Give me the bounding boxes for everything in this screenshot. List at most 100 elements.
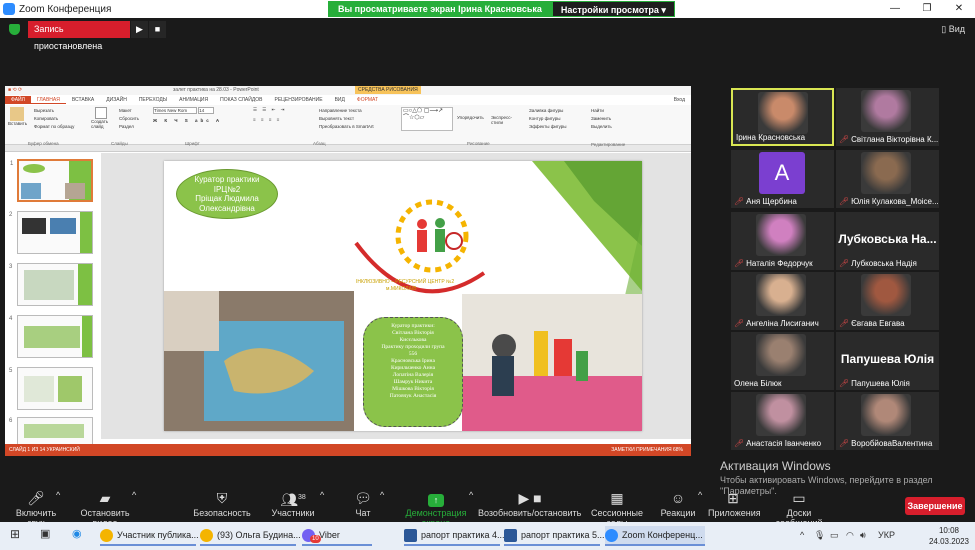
layout-button[interactable]: Макет — [119, 107, 139, 115]
shape-effects-button[interactable]: Эффекты фигуры — [529, 123, 589, 131]
participants-chevron-icon[interactable]: ^ — [320, 490, 324, 500]
share-chevron-icon[interactable]: ^ — [469, 490, 473, 500]
shape-fill-button[interactable]: Заливка фигуры — [529, 107, 589, 115]
ppt-tab-insert[interactable]: ВСТАВКА — [66, 97, 100, 103]
section-button[interactable]: Раздел — [119, 123, 139, 131]
ppt-tab-transitions[interactable]: ПЕРЕХОДЫ — [133, 97, 173, 103]
edge-browser-icon[interactable]: ◉ — [72, 527, 82, 540]
minimize-button[interactable]: — — [879, 0, 911, 18]
language-indicator[interactable]: УКР — [878, 530, 895, 540]
battery-icon[interactable]: ▭ — [830, 530, 839, 541]
zoom-icon — [605, 528, 618, 542]
participant-tile[interactable]: 🎤︎ ВоробйоваВалентина — [836, 392, 939, 450]
copy-button[interactable]: Копировать — [34, 115, 94, 123]
participant-video — [756, 334, 806, 376]
ppt-group-clipboard: Вставить Вырезать Копировать Формат по о… — [8, 107, 74, 146]
font-size-select[interactable]: 14 — [198, 107, 215, 114]
participant-tile[interactable]: 🎤︎ Анастасія Іванченко — [731, 392, 834, 450]
arrange-button[interactable]: Упорядочить — [457, 115, 487, 120]
align-text-button[interactable]: Выровнять текст — [319, 115, 399, 123]
apps-button[interactable]: ⊞ Приложения — [708, 490, 761, 518]
participant-tile[interactable]: Олена Білюк — [731, 332, 834, 390]
taskbar-app[interactable]: 10 Viber — [302, 526, 372, 546]
participant-tile[interactable]: Лубковська На... 🎤︎ Лубковська Надія — [836, 212, 939, 270]
slide-thumbnail[interactable]: 1 — [10, 159, 93, 202]
end-meeting-button[interactable]: Завершение — [905, 497, 965, 515]
slide-thumbnail[interactable]: 2 — [9, 211, 93, 254]
record-button[interactable]: ▶ ■ Возобновить/остановить запись — [478, 490, 582, 518]
view-options-button[interactable]: Настройки просмотра ▾ — [551, 1, 675, 17]
ppt-tab-file[interactable]: ФАЙЛ — [5, 96, 31, 104]
audio-options-chevron-icon[interactable]: ^ — [56, 490, 60, 500]
windows-start-icon[interactable]: ⊞ — [10, 527, 20, 541]
network-icon[interactable]: ◠ — [846, 530, 854, 541]
ppt-tab-view[interactable]: ВИД — [329, 97, 351, 103]
ppt-tab-format[interactable]: ФОРМАТ — [351, 97, 384, 103]
taskbar-app[interactable]: Zoom Конференц... — [605, 526, 705, 546]
font-format-icons[interactable]: Ж К Ч S abc A — [153, 118, 248, 123]
cut-button[interactable]: Вырезать — [34, 107, 94, 115]
paste-icon[interactable] — [10, 107, 24, 121]
chat-button[interactable]: 💬︎ Чат — [348, 490, 378, 518]
quick-styles-button[interactable]: Экспресс-стили — [491, 115, 521, 125]
task-view-icon[interactable]: ▣ — [40, 527, 50, 540]
encryption-shield-icon[interactable] — [9, 24, 20, 35]
sun-logo-icon — [354, 199, 486, 294]
participant-tile[interactable]: 🎤︎ Світлана Вікторівна К... — [836, 88, 939, 146]
participant-tile[interactable]: 🎤︎ Ангеліна Лисиганич — [731, 272, 834, 330]
text-direction-button[interactable]: Направление текста — [319, 107, 399, 115]
maximize-button[interactable]: ❐ — [911, 0, 943, 18]
ppt-tab-animation[interactable]: АНИМАЦИЯ — [173, 97, 214, 103]
ppt-tab-home[interactable]: ГЛАВНАЯ — [30, 97, 66, 104]
screen-share-banner: Вы просматриваете экран Ірина Красновськ… — [328, 1, 675, 17]
close-button[interactable]: ✕ — [943, 0, 975, 18]
ppt-login[interactable]: Вход — [668, 97, 691, 103]
slide-canvas[interactable]: Куратор практики ІРЦ№2 Пріщак Людмила Ол… — [164, 161, 642, 431]
find-button[interactable]: Найти — [591, 107, 651, 115]
smartart-button[interactable]: Преобразовать в SmartArt — [319, 123, 399, 131]
slide-thumbnail[interactable]: 5 — [9, 367, 93, 410]
reactions-button[interactable]: ☺ Реакции — [660, 490, 696, 518]
recording-paused-indicator: Запись приостановлена — [28, 21, 130, 51]
shape-outline-button[interactable]: Контур фигуры — [529, 115, 589, 123]
participant-tile[interactable]: 🎤︎ Наталія Федорчук — [731, 212, 834, 270]
paste-button[interactable]: Вставить — [8, 121, 27, 126]
chat-chevron-icon[interactable]: ^ — [380, 490, 384, 500]
paragraph-group-label: Абзац — [313, 141, 326, 146]
volume-icon[interactable]: 🔊︎ — [860, 530, 866, 541]
select-button[interactable]: Выделить — [591, 123, 651, 131]
tray-chevron-icon[interactable]: ^ — [800, 530, 804, 540]
format-painter-button[interactable]: Формат по образцу — [34, 123, 94, 131]
participant-tile[interactable]: 🎤︎ Євгава Евгава — [836, 272, 939, 330]
shapes-gallery[interactable]: ▭○△⬠ ▢⟶↗ ⌒☆⬡▱ — [401, 107, 453, 131]
video-options-chevron-icon[interactable]: ^ — [132, 490, 136, 500]
reset-button[interactable]: Сбросить — [119, 115, 139, 123]
participant-tile[interactable]: Папушева Юлія 🎤︎ Папушева Юлія — [836, 332, 939, 390]
new-slide-button[interactable]: Создать слайд — [91, 119, 115, 129]
taskbar-app[interactable]: рапорт практика 5... — [504, 526, 605, 546]
participant-tile[interactable]: Ірина Красновська — [731, 88, 834, 146]
resume-recording-icon[interactable]: ▶ — [131, 21, 148, 38]
security-button[interactable]: ⛨ Безопасность — [192, 490, 252, 518]
reactions-chevron-icon[interactable]: ^ — [698, 490, 702, 500]
participant-tile[interactable]: A 🎤︎ Аня Щербина — [731, 150, 834, 208]
muted-mic-icon: 🎤︎ — [839, 259, 850, 268]
slide-thumbnail[interactable]: 3 — [9, 263, 93, 306]
taskbar-app[interactable]: Участник публика... — [100, 526, 199, 546]
practice-info-box[interactable]: Куратор практики: Світлана Вікторія Кисє… — [363, 317, 463, 427]
system-clock[interactable]: 10:08 24.03.2023 — [929, 525, 969, 547]
stop-recording-icon[interactable]: ■ — [149, 21, 166, 38]
participants-button[interactable]: 👥︎38 Участники — [268, 490, 318, 518]
ppt-tab-review[interactable]: РЕЦЕНЗИРОВАНИЕ — [268, 97, 328, 103]
tray-mic-icon[interactable]: 🎙︎ — [814, 530, 825, 541]
new-slide-icon[interactable] — [95, 107, 107, 119]
slide-thumbnail[interactable]: 4 — [9, 315, 93, 358]
font-name-select[interactable]: Times New Rom — [153, 107, 197, 114]
participant-tile[interactable]: 🎤︎ Юлія Кулакова_Моісе... — [836, 150, 939, 208]
replace-button[interactable]: Заменить — [591, 115, 651, 123]
taskbar-app[interactable]: рапорт практика 4... — [404, 526, 505, 546]
ppt-tab-design[interactable]: ДИЗАЙН — [100, 97, 133, 103]
taskbar-app[interactable]: (93) Ольга Будина... — [200, 526, 301, 546]
ppt-tab-slideshow[interactable]: ПОКАЗ СЛАЙДОВ — [214, 97, 268, 103]
view-button[interactable]: ▯ Вид — [941, 24, 965, 35]
